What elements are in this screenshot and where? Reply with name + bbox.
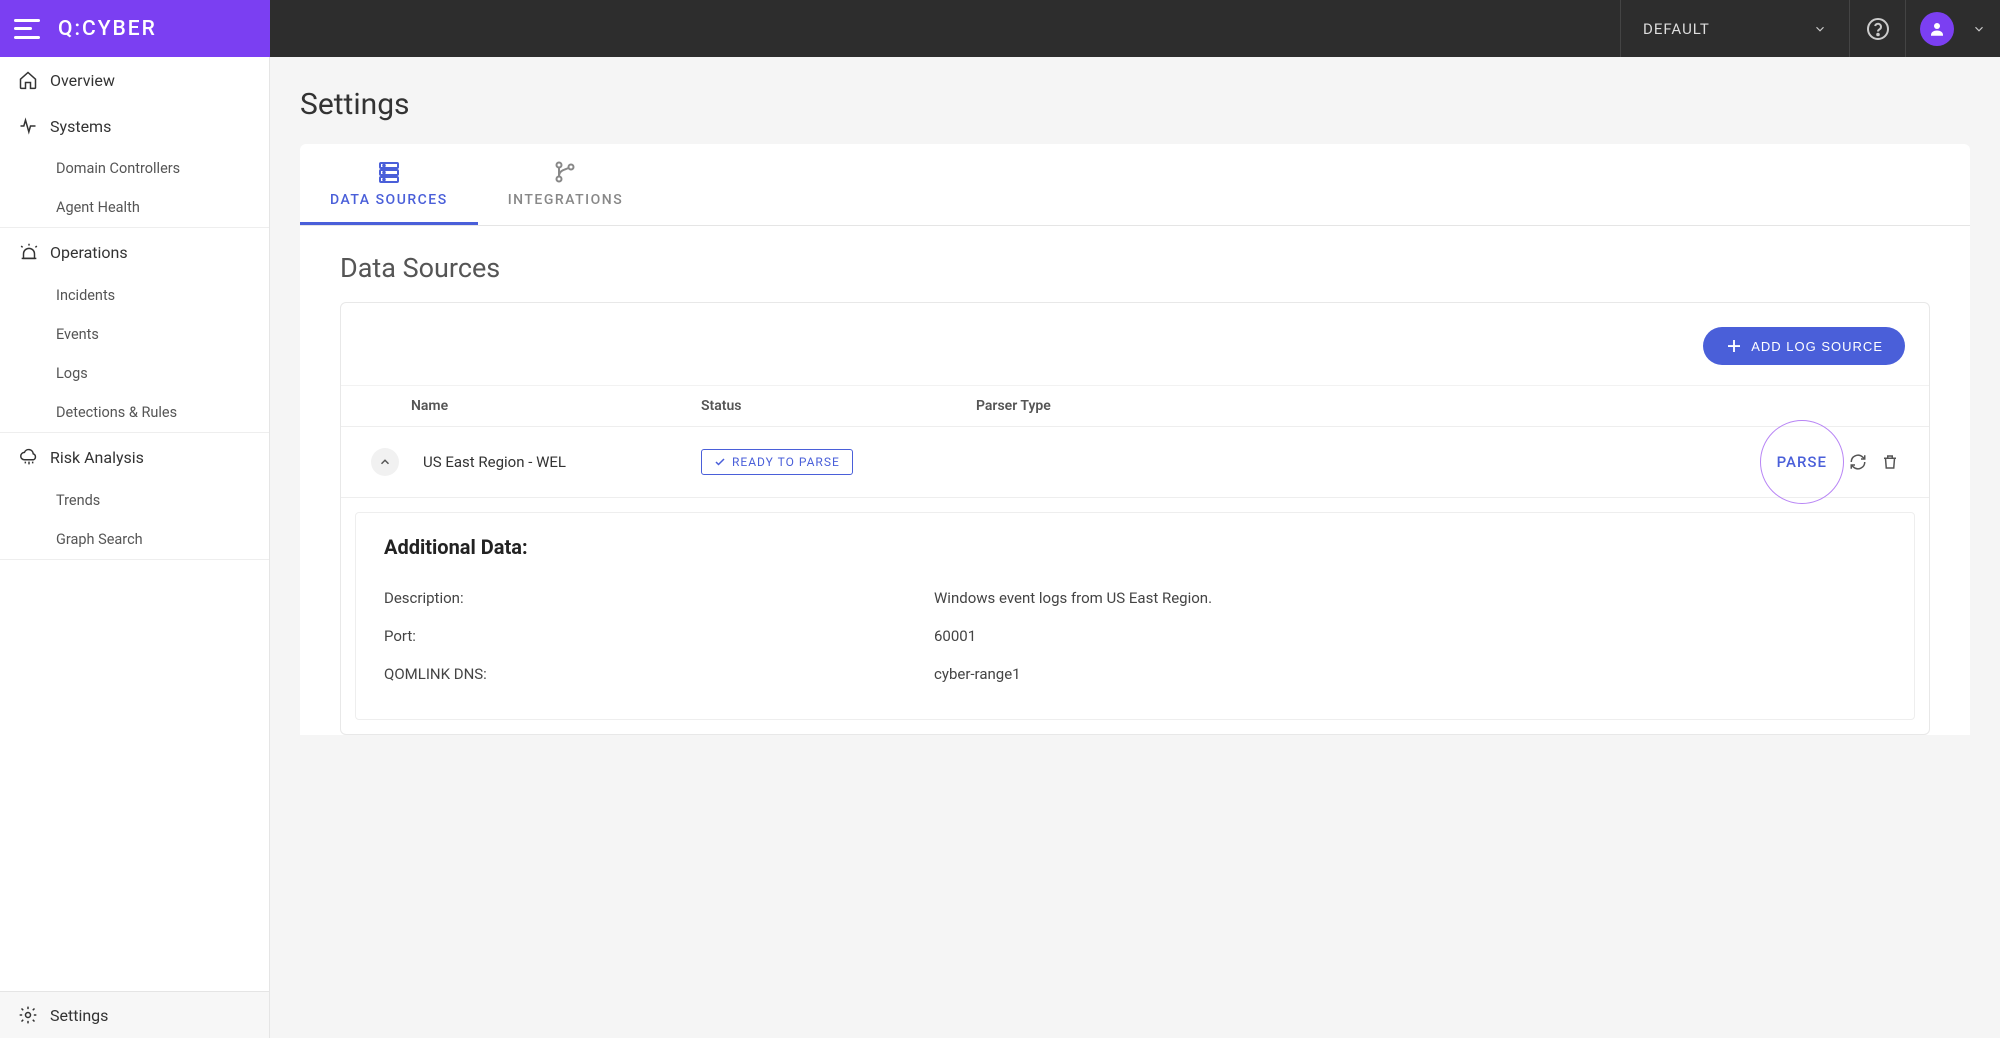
logo: Q:CYBER [58, 17, 157, 41]
sidebar-item-label: Operations [50, 243, 128, 262]
avatar [1920, 12, 1954, 46]
plus-icon [1725, 337, 1743, 355]
settings-tabs: DATA SOURCES INTEGRATIONS [300, 144, 1970, 225]
row-name: US East Region - WEL [411, 453, 701, 471]
column-header-parser: Parser Type [976, 398, 1709, 414]
delete-button[interactable] [1881, 453, 1899, 471]
sidebar-item-overview[interactable]: Overview [0, 57, 269, 103]
branch-icon [553, 160, 577, 184]
detail-value: 60001 [934, 627, 1886, 645]
user-menu[interactable] [1906, 0, 2000, 57]
add-log-source-button[interactable]: ADD LOG SOURCE [1703, 327, 1905, 365]
refresh-button[interactable] [1849, 453, 1867, 471]
column-header-status: Status [701, 398, 976, 414]
tab-integrations[interactable]: INTEGRATIONS [478, 144, 653, 225]
sidebar: Overview Systems Domain Controllers Agen… [0, 57, 270, 1038]
sidebar-sub-logs[interactable]: Logs [0, 354, 269, 393]
cloud-icon [18, 446, 40, 468]
sidebar-sub-events[interactable]: Events [0, 315, 269, 354]
parse-label: PARSE [1777, 453, 1827, 471]
sidebar-item-label: Risk Analysis [50, 448, 144, 467]
sidebar-sub-trends[interactable]: Trends [0, 481, 269, 520]
tab-label: INTEGRATIONS [508, 192, 623, 208]
main-content: Settings DATA SOURCES INTEGRATIONS Data … [270, 57, 2000, 1038]
menu-toggle[interactable] [14, 19, 40, 39]
topbar-brand: Q:CYBER [0, 0, 270, 57]
sidebar-item-operations[interactable]: Operations [0, 228, 269, 276]
detail-row: Port: 60001 [384, 617, 1886, 655]
chevron-down-icon [1813, 22, 1827, 36]
trash-icon [1881, 453, 1899, 471]
gear-icon [18, 1005, 38, 1025]
add-button-label: ADD LOG SOURCE [1751, 339, 1883, 354]
expand-toggle[interactable] [371, 448, 399, 476]
detail-value: Windows event logs from US East Region. [934, 589, 1886, 607]
sidebar-sub-agent-health[interactable]: Agent Health [0, 188, 269, 227]
detail-label: Port: [384, 627, 934, 645]
detail-label: Description: [384, 589, 934, 607]
home-icon [18, 70, 38, 90]
sidebar-sub-incidents[interactable]: Incidents [0, 276, 269, 315]
environment-label: DEFAULT [1643, 20, 1710, 38]
tab-data-sources[interactable]: DATA SOURCES [300, 144, 478, 225]
activity-icon [18, 116, 38, 136]
topbar: Q:CYBER DEFAULT [0, 0, 2000, 57]
topbar-right: DEFAULT [270, 0, 2000, 57]
alarm-icon [18, 241, 40, 263]
section-title: Data Sources [300, 226, 1970, 302]
status-badge: READY TO PARSE [701, 449, 853, 475]
sidebar-item-label: Settings [50, 1006, 108, 1025]
sidebar-sub-detections[interactable]: Detections & Rules [0, 393, 269, 432]
sidebar-item-label: Overview [50, 71, 115, 90]
parse-button[interactable]: PARSE [1769, 441, 1835, 483]
data-sources-card: ADD LOG SOURCE Name Status Parser Type [340, 302, 1930, 735]
detail-label: QOMLINK DNS: [384, 665, 934, 683]
detail-value: cyber-range1 [934, 665, 1886, 683]
server-icon [375, 160, 403, 184]
page-title: Settings [270, 57, 2000, 144]
check-icon [714, 456, 726, 468]
sidebar-item-systems[interactable]: Systems [0, 103, 269, 149]
sidebar-sub-graph-search[interactable]: Graph Search [0, 520, 269, 559]
details-panel: Additional Data: Description: Windows ev… [355, 512, 1915, 720]
table-header: Name Status Parser Type [341, 385, 1929, 427]
help-button[interactable] [1850, 0, 1906, 57]
detail-row: Description: Windows event logs from US … [384, 579, 1886, 617]
environment-selector[interactable]: DEFAULT [1620, 0, 1850, 57]
sidebar-sub-domain-controllers[interactable]: Domain Controllers [0, 149, 269, 188]
help-icon [1866, 17, 1890, 41]
chevron-down-icon [1972, 22, 1986, 36]
sidebar-item-label: Systems [50, 117, 111, 136]
column-header-name: Name [411, 398, 701, 414]
refresh-icon [1849, 453, 1867, 471]
table-row: US East Region - WEL READY TO PARSE P [341, 427, 1929, 498]
chevron-up-icon [378, 455, 392, 469]
status-text: READY TO PARSE [732, 455, 840, 469]
details-title: Additional Data: [384, 535, 1886, 559]
tab-label: DATA SOURCES [330, 192, 448, 208]
detail-row: QOMLINK DNS: cyber-range1 [384, 655, 1886, 693]
sidebar-item-risk[interactable]: Risk Analysis [0, 433, 269, 481]
sidebar-item-settings[interactable]: Settings [0, 992, 269, 1038]
person-icon [1928, 20, 1946, 38]
